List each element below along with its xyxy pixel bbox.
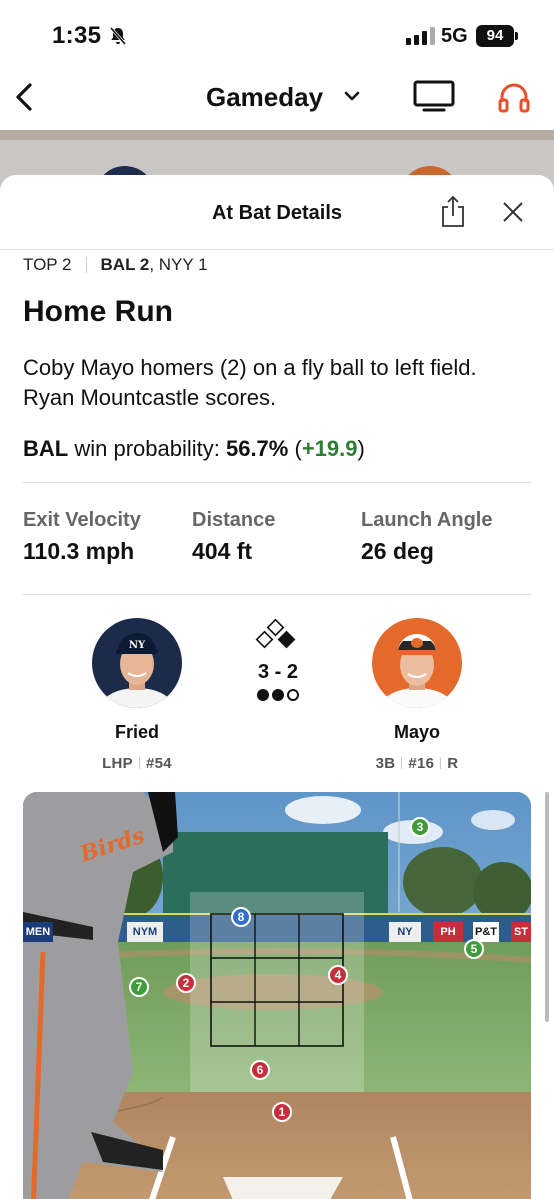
page-title[interactable]: Gameday xyxy=(206,82,323,113)
stat-value: 404 ft xyxy=(192,538,253,564)
win-probability-delta: +19.9 xyxy=(301,436,358,461)
win-probability-label: win probability: xyxy=(68,436,226,461)
batter-avatar xyxy=(372,618,462,708)
battery-icon: 94 xyxy=(476,25,518,47)
batter-meta: 3B #16 R xyxy=(342,755,492,772)
sheet-title: At Bat Details xyxy=(211,202,343,224)
out-dot xyxy=(257,689,269,701)
pitch-marker[interactable]: 2 xyxy=(176,973,196,993)
status-bar: 1:35 5G 94 xyxy=(0,0,554,64)
bases-icon xyxy=(255,618,296,649)
chevron-down-icon[interactable] xyxy=(343,89,361,108)
count-indicator: 3 - 2 xyxy=(236,618,320,701)
pitch-marker[interactable]: 5 xyxy=(464,939,484,959)
sheet-header: At Bat Details xyxy=(0,175,554,250)
win-probability-team: BAL xyxy=(23,436,69,461)
batter-position: 3B xyxy=(375,755,396,772)
batter-bats: R xyxy=(447,755,459,772)
play-result-title: Home Run xyxy=(23,295,173,328)
ball-strike-count: 3 - 2 xyxy=(257,661,299,683)
score-leader: BAL 2 xyxy=(100,255,150,274)
pitcher-card[interactable]: NY Fried LHP #54 xyxy=(62,618,212,772)
close-button[interactable] xyxy=(502,201,524,228)
stat-value: 110.3 mph xyxy=(23,538,135,564)
svg-text:NY: NY xyxy=(129,640,146,651)
share-button[interactable] xyxy=(440,195,466,234)
divider xyxy=(85,257,87,273)
stat-launch-angle: Launch Angle 26 deg xyxy=(361,509,492,565)
pitch-marker[interactable]: 3 xyxy=(410,817,430,837)
pitcher-meta: LHP #54 xyxy=(62,755,212,772)
pitch-marker[interactable]: 8 xyxy=(231,907,251,927)
pitch-marker[interactable]: 4 xyxy=(328,965,348,985)
audio-button[interactable] xyxy=(497,80,531,119)
stat-exit-velocity: Exit Velocity 110.3 mph xyxy=(23,509,141,565)
pitch-location-view[interactable]: Birds MEN NYM NY PH P&T ST 1 2 3 4 5 6 7… xyxy=(23,792,531,1199)
win-probability: BAL win probability: 56.7% (+19.9) xyxy=(23,436,365,462)
status-time: 1:35 xyxy=(52,22,102,49)
batter-number: #16 xyxy=(408,755,435,772)
paren-close: ) xyxy=(357,436,365,461)
pitcher-name: Fried xyxy=(114,722,159,742)
outs-indicator xyxy=(236,689,320,701)
stat-value: 26 deg xyxy=(361,538,434,564)
divider xyxy=(23,594,531,595)
stat-label: Exit Velocity xyxy=(23,509,141,531)
share-icon xyxy=(442,195,464,227)
batter-card[interactable]: Mayo 3B #16 R xyxy=(342,618,492,772)
pitch-marker[interactable]: 7 xyxy=(129,977,149,997)
network-label: 5G xyxy=(441,25,468,47)
pitcher-hand: LHP xyxy=(102,755,133,772)
strike-zone-grid xyxy=(210,913,344,1047)
close-icon xyxy=(503,202,523,222)
stat-label: Distance xyxy=(192,509,276,531)
stat-distance: Distance 404 ft xyxy=(192,509,275,565)
inning-score-line: TOP 2 BAL 2 , NYY 1 xyxy=(23,255,208,275)
win-probability-value: 56.7% xyxy=(225,436,289,461)
pitcher-avatar: NY xyxy=(92,618,182,708)
headphones-icon xyxy=(498,83,530,113)
app-header: Gameday xyxy=(0,64,554,130)
pitch-marker[interactable]: 6 xyxy=(250,1060,270,1080)
out-dot xyxy=(287,689,299,701)
tv-icon xyxy=(413,80,455,112)
divider xyxy=(23,482,531,483)
out-dot xyxy=(272,689,284,701)
score-trailer: , NYY 1 xyxy=(149,255,208,274)
batter-name: Mayo xyxy=(393,722,440,742)
chevron-left-icon xyxy=(16,83,32,111)
signal-icon xyxy=(406,27,435,45)
at-bat-details-sheet: At Bat Details TOP 2 BAL 2 , NYY 1 Home … xyxy=(0,175,554,1199)
inning-label: TOP 2 xyxy=(23,255,72,274)
bell-muted-icon xyxy=(108,26,128,51)
pitch-marker[interactable]: 1 xyxy=(272,1102,292,1122)
paren-open: ( xyxy=(288,436,302,461)
scrollbar[interactable] xyxy=(545,792,549,1022)
tv-button[interactable] xyxy=(412,79,456,118)
play-description: Coby Mayo homers (2) on a fly ball to le… xyxy=(23,355,477,410)
back-button[interactable] xyxy=(10,80,40,114)
pitcher-number: #54 xyxy=(145,755,172,772)
stat-label: Launch Angle xyxy=(361,509,493,531)
